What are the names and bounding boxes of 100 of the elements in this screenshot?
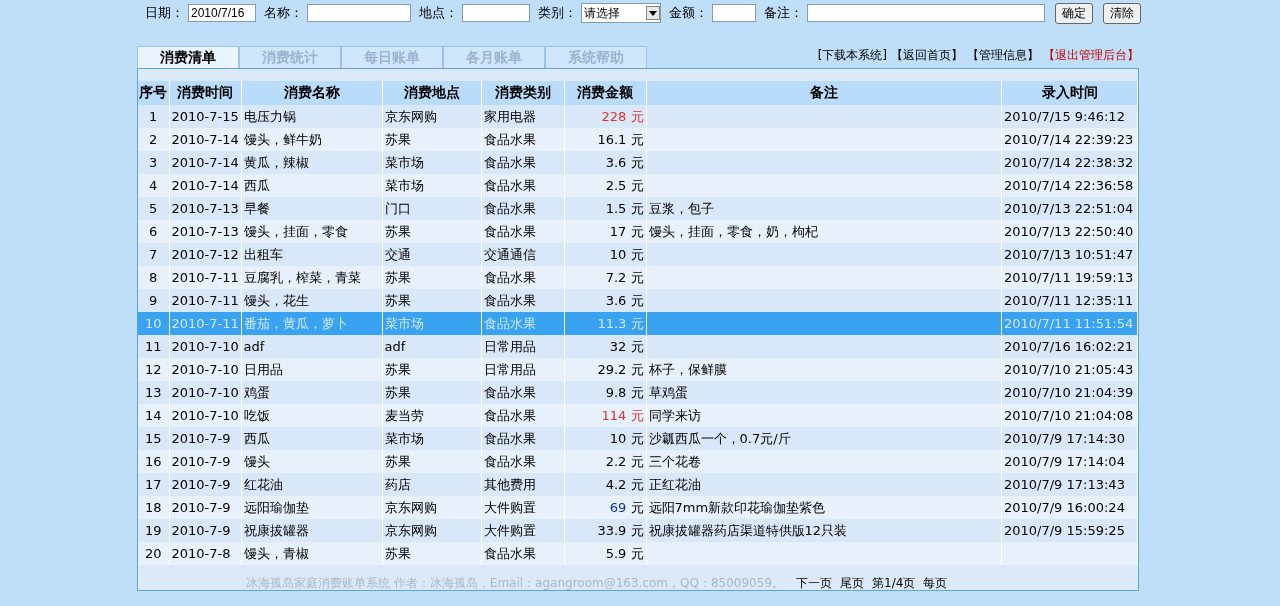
table-row[interactable]: 6 2010-7-13 馒头，挂面，零食 苏果 食品水果 17 元 馒头，挂面，零食，奶，枸杞 2010/7/13 22:50:40: [138, 220, 1138, 243]
table-cell: 10: [138, 312, 169, 335]
table-cell: 西瓜: [241, 174, 382, 197]
category-select[interactable]: 请选择: [581, 3, 661, 23]
table-cell: 番茄，黄瓜，萝卜: [241, 312, 382, 335]
table-row[interactable]: 1 2010-7-15 电压力锅 京东网购 家用电器 228 元 2010/7/15 9:46:12: [138, 105, 1138, 128]
table-row[interactable]: 15 2010-7-9 西瓜 菜市场 食品水果 10 元 沙瓤西瓜一个，0.7元/斤 2010/7/9 17:14:30: [138, 427, 1138, 450]
table-cell: 菜市场: [382, 174, 481, 197]
table-row[interactable]: 7 2010-7-12 出租车 交通 交通通信 10 元 2010/7/13 10:51:47: [138, 243, 1138, 266]
table-cell: 苏果: [382, 128, 481, 151]
table-row[interactable]: 17 2010-7-9 红花油 药店 其他费用 4.2 元 正红花油 2010/7/9 17:13:43: [138, 473, 1138, 496]
table-row[interactable]: 4 2010-7-14 西瓜 菜市场 食品水果 2.5 元 2010/7/14 22:36:58: [138, 174, 1138, 197]
table-cell: 2010/7/11 19:59:13: [1001, 266, 1138, 289]
table-cell: 三个花卷: [646, 450, 1002, 473]
table-row[interactable]: 12 2010-7-10 日用品 苏果 日常用品 29.2 元 杯子，保鲜膜 2010/7/10 21:05:43: [138, 358, 1138, 381]
nav-tab[interactable]: 消费清单: [137, 46, 239, 68]
table-cell: 食品水果: [481, 197, 564, 220]
table-row[interactable]: 11 2010-7-10 adf adf 日常用品 32 元 2010/7/16 16:02:21: [138, 335, 1138, 358]
table-cell: 11: [138, 335, 169, 358]
table-cell: 2010-7-9: [169, 473, 241, 496]
table-cell: 5: [138, 197, 169, 220]
currency-unit: 元: [630, 269, 644, 285]
table-cell: 出租车: [241, 243, 382, 266]
input-field[interactable]: [307, 4, 411, 22]
table-cell: 电压力锅: [241, 105, 382, 128]
form-button[interactable]: 清除: [1103, 2, 1141, 24]
table-cell: 日常用品: [481, 358, 564, 381]
table-cell: 2010/7/13 22:51:04: [1001, 197, 1138, 220]
table-cell: 馒头，挂面，零食: [241, 220, 382, 243]
amount-value: 33.9: [597, 522, 627, 538]
table-row[interactable]: 5 2010-7-13 早餐 门口 食品水果 1.5 元 豆浆，包子 2010/7/13 22:51:04: [138, 197, 1138, 220]
input-field[interactable]: 2010/7/16: [188, 4, 256, 22]
table-row[interactable]: 16 2010-7-9 馒头 苏果 食品水果 2.2 元 三个花卷 2010/7/9 17:14:04: [138, 450, 1138, 473]
currency-unit: 元: [630, 338, 644, 354]
pager-link[interactable]: 尾页: [840, 575, 864, 592]
table-cell: 3: [138, 151, 169, 174]
table-cell: 2010/7/13 22:50:40: [1001, 220, 1138, 243]
table-cell: 食品水果: [481, 450, 564, 473]
table-row[interactable]: 19 2010-7-9 祝康拔罐器 京东网购 大件购置 33.9 元 祝康拔罐器药店渠道特供版12只装 2010/7/9 15:59:25: [138, 519, 1138, 542]
form-button[interactable]: 确定: [1055, 2, 1093, 24]
table-cell: 2010-7-9: [169, 450, 241, 473]
table-row[interactable]: 3 2010-7-14 黄瓜，辣椒 菜市场 食品水果 3.6 元 2010/7/14 22:38:32: [138, 151, 1138, 174]
table-row[interactable]: 13 2010-7-10 鸡蛋 苏果 食品水果 9.8 元 草鸡蛋 2010/7/10 21:04:39: [138, 381, 1138, 404]
table-cell: 远阳瑜伽垫: [241, 496, 382, 519]
table-row[interactable]: 14 2010-7-10 吃饭 麦当劳 食品水果 114 元 同学来访 2010/7/10 21:04:08: [138, 404, 1138, 427]
table-cell: 京东网购: [382, 496, 481, 519]
table-cell: 14: [138, 404, 169, 427]
input-field[interactable]: [712, 4, 756, 22]
input-field[interactable]: [462, 4, 530, 22]
amount-value: 3.6: [605, 292, 627, 308]
amount-value: 10: [609, 430, 627, 446]
table-cell: 红花油: [241, 473, 382, 496]
table-cell: 9: [138, 289, 169, 312]
table-row[interactable]: 9 2010-7-11 馒头，花生 苏果 食品水果 3.6 元 2010/7/11 12:35:11: [138, 289, 1138, 312]
table-cell: 2010-7-12: [169, 243, 241, 266]
amount-value: 2.2: [605, 453, 627, 469]
pager-link[interactable]: 下一页: [796, 575, 832, 592]
amount-value: 29.2: [597, 361, 627, 377]
table-cell: 馒头，花生: [241, 289, 382, 312]
table-cell: adf: [241, 335, 382, 358]
table-cell: 2010-7-15: [169, 105, 241, 128]
table-cell: 同学来访: [646, 404, 1002, 427]
table-cell: 2010/7/10 21:04:39: [1001, 381, 1138, 404]
table-cell: 2010-7-9: [169, 427, 241, 450]
pager-link[interactable]: 每页: [923, 575, 948, 592]
amount-value: 9.8: [605, 384, 627, 400]
table-cell: 17: [138, 473, 169, 496]
amount-value: 1.5: [605, 200, 627, 216]
amount-value: 3.6: [605, 154, 627, 170]
nav-link[interactable]: [下载本系统]: [817, 47, 887, 64]
currency-unit: 元: [630, 246, 644, 262]
field-label: 备注：: [764, 4, 803, 22]
table-cell: 大件购置: [481, 519, 564, 542]
nav-link[interactable]: 【返回首页】: [891, 47, 963, 64]
table-cell: 1: [138, 105, 169, 128]
currency-unit: 元: [630, 499, 644, 515]
amount-value: 69: [609, 499, 627, 515]
table-row[interactable]: 2 2010-7-14 馒头，鲜牛奶 苏果 食品水果 16.1 元 2010/7/14 22:39:23: [138, 128, 1138, 151]
table-cell: 2010/7/10 21:04:08: [1001, 404, 1138, 427]
table-cell: 草鸡蛋: [646, 381, 1002, 404]
input-field[interactable]: [807, 4, 1045, 22]
nav-link[interactable]: 【退出管理后台】: [1043, 47, 1139, 64]
table-row[interactable]: 8 2010-7-11 豆腐乳，榨菜，青菜 苏果 食品水果 7.2 元 2010/7/11 19:59:13: [138, 266, 1138, 289]
table-cell: 馒头，鲜牛奶: [241, 128, 382, 151]
table-cell: 2010-7-8: [169, 542, 241, 565]
table-row[interactable]: 18 2010-7-9 远阳瑜伽垫 京东网购 大件购置 69 元 远阳7mm新款印花瑜伽垫紫色 2010/7/9 16:00:24: [138, 496, 1138, 519]
table-cell: 西瓜: [241, 427, 382, 450]
currency-unit: 元: [630, 545, 644, 561]
table-row[interactable]: 20 2010-7-8 馒头，青椒 苏果 食品水果 5.9 元: [138, 542, 1138, 565]
pager-link[interactable]: 第1/4页: [872, 575, 916, 592]
table-cell: 2010/7/9 17:14:04: [1001, 450, 1138, 473]
table-cell: 2010/7/9 17:13:43: [1001, 473, 1138, 496]
caret-icon: [646, 6, 660, 20]
table-cell: 苏果: [382, 381, 481, 404]
amount-value: 2.5: [605, 177, 627, 193]
currency-unit: 元: [630, 384, 644, 400]
currency-unit: 元: [630, 453, 644, 469]
currency-unit: 元: [630, 108, 644, 124]
nav-link[interactable]: 【管理信息】: [967, 47, 1039, 64]
table-cell: 7: [138, 243, 169, 266]
